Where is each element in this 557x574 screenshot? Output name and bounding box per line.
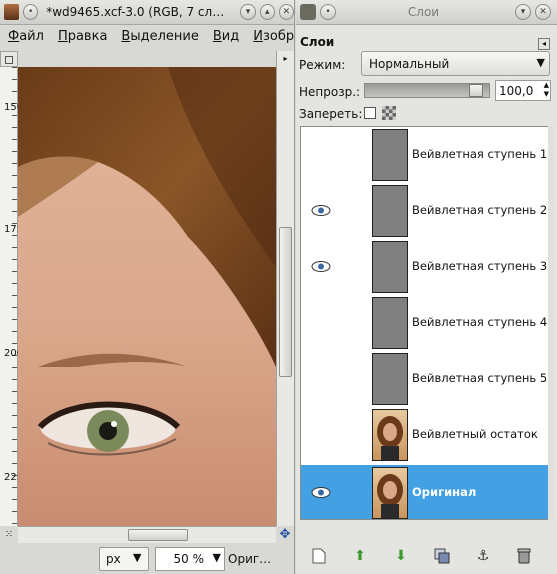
vertical-scrollbar[interactable]: ▸	[276, 51, 294, 526]
layer-name: Вейвлетная ступень 3	[412, 259, 548, 273]
vertical-scroll-thumb[interactable]	[279, 227, 292, 377]
layer-name: Вейвлетная ступень 5	[412, 371, 548, 385]
layer-row[interactable]: Вейвлетный остаток	[301, 407, 550, 463]
menu-view[interactable]: Вид	[213, 29, 239, 44]
dropdown-arrow-icon: ▼	[536, 56, 545, 69]
image-window-title: *wd9465.xcf-3.0 (RGB, 7 сл…	[46, 5, 225, 19]
lock-label: Запереть:	[299, 107, 363, 121]
dropdown-arrow-icon: ▼	[133, 551, 142, 564]
opacity-value: 100,0	[499, 84, 534, 98]
layer-name: Вейвлетный остаток	[412, 427, 538, 441]
menu-select[interactable]: Выделение	[121, 29, 198, 44]
eye-icon[interactable]	[311, 204, 331, 217]
layer-row[interactable]: Вейвлетная ступень 5	[301, 351, 550, 407]
layer-thumbnail	[372, 241, 408, 293]
layer-row[interactable]: Вейвлетная ступень 4	[301, 295, 550, 351]
ruler-label: 1500	[4, 103, 29, 113]
panel-title: Слои	[300, 35, 335, 49]
minimize-icon[interactable]: ▾	[240, 4, 256, 20]
ruler-label: 2250	[4, 473, 29, 483]
menu-edit[interactable]: Правка	[58, 29, 107, 44]
navigate-cross-icon[interactable]: ✥	[276, 526, 294, 543]
layer-row[interactable]: Вейвлетная ступень 2	[301, 183, 550, 239]
image-window-titlebar[interactable]: • *wd9465.xcf-3.0 (RGB, 7 сл… ▾ ▴ ✕	[0, 0, 294, 25]
ruler-label: 1750	[4, 225, 29, 235]
quick-mask-corner[interactable]	[0, 51, 18, 67]
status-text: Ориг…	[228, 552, 272, 566]
opacity-label: Непрозр.:	[299, 85, 361, 99]
dropdown-arrow-icon: ▼	[212, 551, 221, 564]
spin-arrows-icon[interactable]: ▲ ▼	[544, 81, 549, 99]
minimize-icon[interactable]: ▾	[514, 4, 531, 20]
tab-menu-icon[interactable]: ◂	[538, 38, 550, 50]
dock-window-title: Слои	[407, 5, 440, 19]
unit-selector[interactable]: px ▼	[99, 547, 149, 571]
unit-value: px	[106, 552, 121, 566]
ruler-ticks	[12, 67, 17, 526]
opacity-slider[interactable]	[364, 83, 490, 98]
sticky-icon[interactable]: •	[23, 4, 39, 20]
eye-icon[interactable]	[311, 486, 331, 499]
mode-value: Нормальный	[369, 57, 450, 71]
layer-name: Вейвлетная ступень 4	[412, 315, 548, 329]
layer-row[interactable]: Вейвлетная ступень 1	[301, 127, 550, 183]
mode-dropdown[interactable]: Нормальный ▼	[361, 51, 550, 76]
layer-list: Вейвлетная ступень 1 Вейвлетная ступень …	[300, 126, 551, 520]
horizontal-scrollbar[interactable]	[18, 526, 276, 543]
mode-label: Режим:	[299, 58, 346, 72]
lock-pixels-checkbox[interactable]	[364, 107, 376, 119]
close-icon[interactable]: ✕	[278, 4, 294, 20]
zoom-selector[interactable]: 50 % ▼	[155, 547, 225, 571]
duplicate-layer-icon[interactable]	[432, 547, 452, 565]
zoom-value: 50 %	[173, 552, 205, 566]
navigate-icon[interactable]: ▸	[279, 54, 292, 64]
layer-name: Вейвлетная ступень 1	[412, 147, 548, 161]
menu-file[interactable]: Файл	[8, 29, 44, 44]
menubar: Файл Правка Выделение Вид Изобр	[0, 25, 294, 47]
eye-icon[interactable]	[311, 260, 331, 273]
horizontal-scroll-thumb[interactable]	[128, 529, 188, 541]
anchor-layer-icon[interactable]: ⚓	[473, 547, 493, 565]
opacity-spinbox[interactable]: 100,0 ▲ ▼	[495, 80, 551, 101]
layers-dock: • Слои ▾ ✕ Слои ◂ Режим: Нормальный ▼ Не…	[296, 0, 557, 574]
layer-thumbnail	[372, 409, 408, 461]
delete-layer-icon[interactable]	[514, 547, 534, 565]
ruler-label: 2000	[4, 349, 29, 359]
sticky-icon[interactable]: •	[320, 4, 336, 20]
statusbar: px ▼ 50 % ▼ Ориг…	[0, 543, 294, 574]
lock-alpha-icon[interactable]	[382, 106, 396, 120]
layer-name: Вейвлетная ступень 2	[412, 203, 548, 217]
layer-thumbnail	[372, 467, 408, 519]
lower-layer-icon[interactable]: ⬇	[391, 547, 411, 565]
new-layer-icon[interactable]	[309, 547, 329, 565]
layer-list-scrollbar[interactable]	[548, 126, 553, 520]
corner-dots-icon: ⁙	[4, 529, 14, 540]
layer-thumbnail	[372, 353, 408, 405]
layer-row[interactable]: Вейвлетная ступень 3	[301, 239, 550, 295]
window-app-icon[interactable]	[4, 4, 20, 20]
raise-layer-icon[interactable]: ⬆	[350, 547, 370, 565]
layer-thumbnail	[372, 297, 408, 349]
portrait-photo	[18, 67, 276, 526]
gimp-icon[interactable]	[300, 4, 316, 20]
image-window: • *wd9465.xcf-3.0 (RGB, 7 сл… ▾ ▴ ✕ Файл…	[0, 0, 295, 574]
image-canvas[interactable]	[18, 67, 276, 526]
layer-row-selected[interactable]: Оригинал	[301, 465, 550, 519]
dock-titlebar[interactable]: • Слои ▾ ✕	[296, 0, 557, 25]
vertical-ruler[interactable]: 1500 1750 2000 2250	[0, 67, 29, 526]
maximize-icon[interactable]: ▴	[259, 4, 275, 20]
opacity-slider-handle[interactable]	[469, 84, 483, 97]
layer-name: Оригинал	[412, 485, 477, 499]
close-icon[interactable]: ✕	[534, 4, 551, 20]
menu-image[interactable]: Изобр	[253, 29, 294, 44]
layer-thumbnail	[372, 129, 408, 181]
layer-thumbnail	[372, 185, 408, 237]
